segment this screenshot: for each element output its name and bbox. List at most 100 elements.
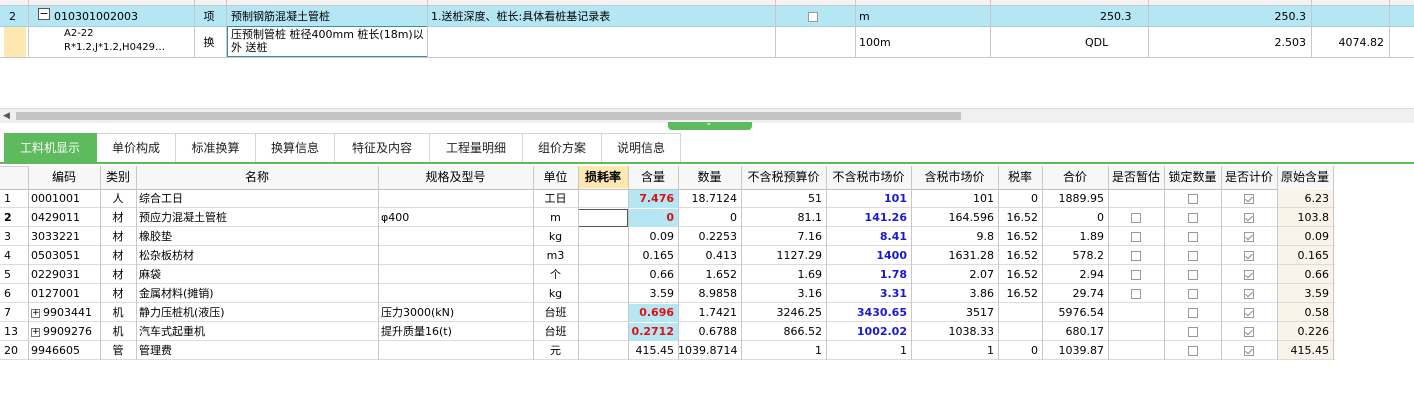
checkbox-icon[interactable]	[1187, 194, 1198, 204]
col-header-content[interactable]: 含量	[628, 166, 678, 188]
priced-checkbox[interactable]	[1221, 342, 1277, 360]
loss-rate-cell[interactable]	[578, 228, 628, 246]
provisional-checkbox[interactable]	[1108, 190, 1164, 208]
priced-checkbox[interactable]	[1221, 247, 1277, 265]
col-header-spec[interactable]: 规格及型号	[378, 166, 533, 188]
tab-pricing-plan[interactable]: 组价方案	[523, 133, 602, 162]
checkbox-icon[interactable]	[1187, 270, 1198, 280]
lock-qty-checkbox[interactable]	[1164, 342, 1221, 360]
content-cell[interactable]: 0.2712	[628, 323, 678, 341]
loss-rate-cell[interactable]	[578, 285, 628, 303]
checkbox-icon[interactable]	[1244, 289, 1254, 299]
tab-unit-price[interactable]: 单价构成	[97, 133, 176, 162]
priced-checkbox[interactable]	[1221, 228, 1277, 246]
col-header-taxed-price[interactable]: 含税市场价	[911, 166, 998, 188]
col-header-priced[interactable]: 是否计价	[1221, 166, 1277, 188]
tab-standard-conversion[interactable]: 标准换算	[176, 133, 256, 162]
loss-rate-cell[interactable]	[578, 190, 628, 208]
checkbox-icon[interactable]	[1131, 251, 1141, 261]
checkbox-icon[interactable]	[1244, 232, 1254, 242]
col-header-tax-rate[interactable]: 税率	[998, 166, 1042, 188]
col-header-lock-qty[interactable]: 锁定数量	[1164, 166, 1221, 188]
col-header-market-price[interactable]: 不含税市场价	[826, 166, 911, 188]
checkbox-icon[interactable]	[1244, 270, 1254, 280]
lock-qty-checkbox[interactable]	[1164, 304, 1221, 322]
priced-checkbox[interactable]	[1221, 285, 1277, 303]
content-cell[interactable]: 0.165	[628, 247, 678, 265]
provisional-checkbox[interactable]	[1108, 323, 1164, 341]
provisional-checkbox[interactable]	[1108, 304, 1164, 322]
col-header-provisional[interactable]: 是否暂估	[1108, 166, 1164, 188]
priced-checkbox[interactable]	[1221, 323, 1277, 341]
provisional-checkbox[interactable]	[1108, 228, 1164, 246]
loss-rate-cell[interactable]	[578, 304, 628, 322]
checkbox-icon[interactable]	[1244, 327, 1254, 337]
col-header-unit[interactable]: 单位	[533, 166, 578, 188]
provisional-checkbox[interactable]	[1108, 266, 1164, 284]
checkbox-icon[interactable]	[1244, 346, 1254, 356]
col-header-total[interactable]: 合价	[1042, 166, 1108, 188]
checkbox-icon[interactable]	[1131, 270, 1141, 280]
col-header-budget-price[interactable]: 不含税预算价	[741, 166, 826, 188]
lock-qty-checkbox[interactable]	[1164, 247, 1221, 265]
checkbox-icon[interactable]	[1187, 289, 1198, 299]
col-header-quantity[interactable]: 数量	[678, 166, 741, 188]
splitter-handle[interactable]: ⌄	[668, 118, 752, 130]
tab-conversion-info[interactable]: 换算信息	[256, 133, 335, 162]
checkbox-icon[interactable]	[1131, 213, 1141, 223]
lock-qty-checkbox[interactable]	[1164, 209, 1221, 227]
loss-rate-cell[interactable]	[578, 266, 628, 284]
scroll-thumb[interactable]	[16, 112, 961, 120]
lock-qty-checkbox[interactable]	[1164, 285, 1221, 303]
content-cell[interactable]: 415.45	[628, 342, 678, 360]
checkbox-icon[interactable]	[1244, 308, 1254, 318]
top-row-checkbox[interactable]	[808, 8, 822, 25]
checkbox-icon[interactable]	[1244, 251, 1254, 261]
checkbox-icon[interactable]	[1187, 251, 1198, 261]
content-cell[interactable]: 0.696	[628, 304, 678, 322]
expand-icon[interactable]: +	[31, 327, 40, 337]
lock-qty-checkbox[interactable]	[1164, 228, 1221, 246]
content-cell[interactable]: 0	[628, 209, 678, 227]
checkbox-icon[interactable]	[1131, 232, 1141, 242]
priced-checkbox[interactable]	[1221, 209, 1277, 227]
checkbox-icon[interactable]	[1131, 289, 1141, 299]
col-header-code[interactable]: 编码	[28, 166, 100, 188]
checkbox-icon[interactable]	[1244, 213, 1254, 223]
lock-qty-checkbox[interactable]	[1164, 190, 1221, 208]
checkbox-icon[interactable]	[1187, 232, 1198, 242]
col-header-original-content[interactable]: 原始含量	[1277, 166, 1333, 188]
checkbox-icon[interactable]	[1187, 308, 1198, 318]
provisional-checkbox[interactable]	[1108, 209, 1164, 227]
content-cell[interactable]: 3.59	[628, 285, 678, 303]
content-cell[interactable]: 0.66	[628, 266, 678, 284]
priced-checkbox[interactable]	[1221, 266, 1277, 284]
col-header-name[interactable]: 名称	[136, 166, 378, 188]
checkbox-icon[interactable]	[1187, 213, 1198, 223]
checkbox-icon[interactable]	[1244, 194, 1254, 204]
loss-rate-cell[interactable]	[578, 247, 628, 265]
content-cell[interactable]: 0.09	[628, 228, 678, 246]
tab-features[interactable]: 特征及内容	[335, 133, 430, 162]
collapse-toggle[interactable]: −	[38, 8, 50, 20]
tab-description[interactable]: 说明信息	[602, 133, 681, 162]
col-header-category[interactable]: 类别	[100, 166, 136, 188]
tab-quantity-detail[interactable]: 工程量明细	[430, 133, 523, 162]
expand-icon[interactable]: +	[31, 308, 40, 318]
loss-rate-cell[interactable]	[578, 323, 628, 341]
checkbox-icon[interactable]	[1187, 327, 1198, 337]
provisional-checkbox[interactable]	[1108, 342, 1164, 360]
content-cell[interactable]: 7.476	[628, 190, 678, 208]
lock-qty-checkbox[interactable]	[1164, 266, 1221, 284]
provisional-checkbox[interactable]	[1108, 247, 1164, 265]
tab-labor-material-machine[interactable]: 工料机显示	[4, 133, 97, 162]
col-header-loss-rate[interactable]: 损耗率	[578, 166, 628, 188]
lock-qty-checkbox[interactable]	[1164, 323, 1221, 341]
priced-checkbox[interactable]	[1221, 304, 1277, 322]
provisional-checkbox[interactable]	[1108, 285, 1164, 303]
loss-rate-cell[interactable]	[578, 342, 628, 360]
checkbox-icon[interactable]	[1187, 346, 1198, 356]
priced-checkbox[interactable]	[1221, 190, 1277, 208]
scroll-left-arrow[interactable]: ◀	[3, 111, 10, 121]
loss-rate-cell[interactable]	[578, 209, 628, 227]
